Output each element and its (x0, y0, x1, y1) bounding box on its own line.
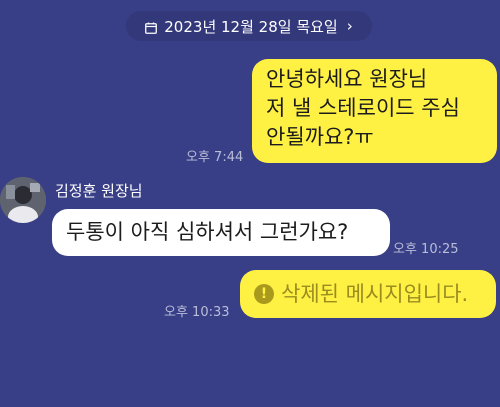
message-line: 안녕하세요 원장님 (266, 67, 428, 91)
message-text: 두통이 아직 심하셔서 그런가요? (66, 220, 349, 244)
message-timestamp: 오후 10:33 (164, 305, 230, 320)
message-bubble-outgoing[interactable]: 안녕하세요 원장님 저 낼 스테로이드 주심 안될까요?ㅠ (252, 59, 497, 163)
message-timestamp: 오후 10:25 (393, 242, 459, 257)
message-bubble-incoming[interactable]: 두통이 아직 심하셔서 그런가요? (52, 209, 390, 256)
message-line: 저 낼 스테로이드 주심 (266, 96, 460, 120)
deleted-message-bubble[interactable]: ! 삭제된 메시지입니다. (240, 270, 496, 318)
calendar-icon (145, 20, 158, 34)
date-divider[interactable]: 2023년 12월 28일 목요일 › (126, 11, 372, 41)
deleted-message-text: 삭제된 메시지입니다. (281, 281, 469, 306)
message-line: 안될까요?ㅠ (266, 125, 374, 149)
warning-icon: ! (254, 284, 274, 304)
avatar[interactable] (0, 177, 46, 223)
date-label: 2023년 12월 28일 목요일 (164, 17, 338, 36)
message-timestamp: 오후 7:44 (186, 150, 244, 165)
sender-name[interactable]: 김정훈 원장님 (55, 180, 143, 201)
chevron-right-icon: › (346, 17, 353, 35)
